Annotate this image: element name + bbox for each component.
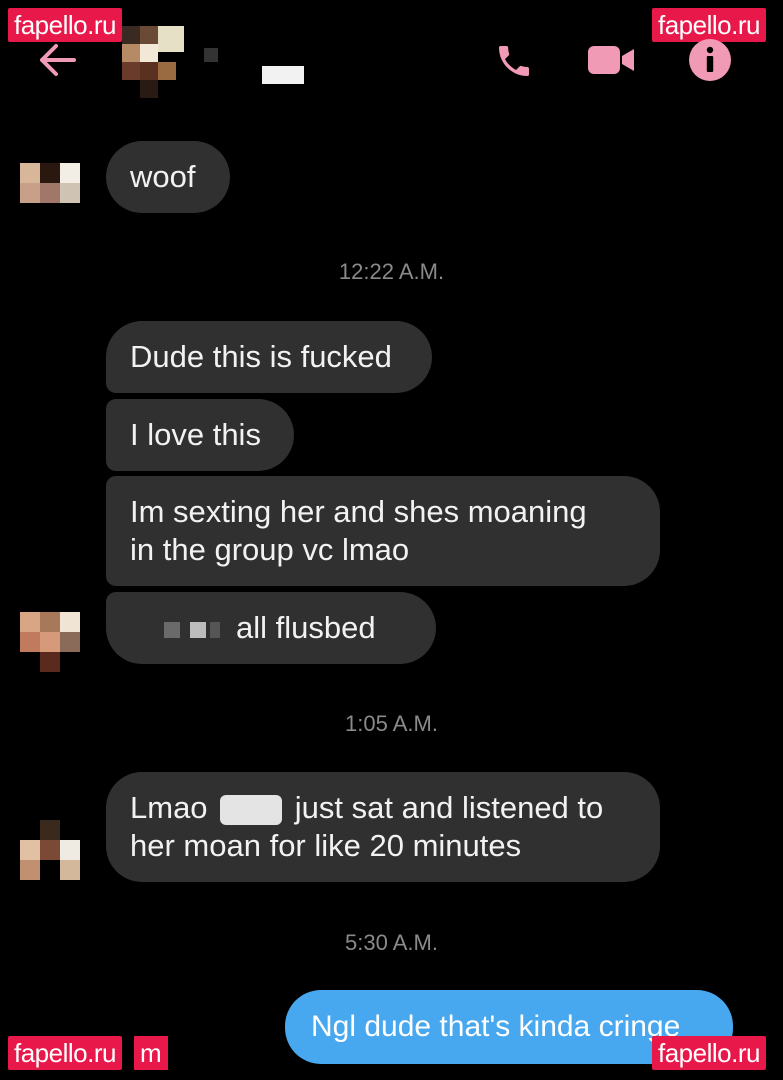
message-bubble[interactable]: all flusbed (106, 592, 436, 664)
contact-avatar[interactable] (122, 26, 192, 106)
watermark-bottom-left: fapello.ru (8, 1036, 122, 1070)
arrow-left-icon[interactable] (36, 42, 78, 78)
phone-icon[interactable] (494, 40, 534, 82)
message-text: Ngl dude that's kinda cringe (311, 1010, 681, 1043)
contact-status-censored (262, 66, 304, 84)
censored-emoji (190, 621, 206, 638)
censored-name (220, 794, 283, 825)
message-text: woof (130, 159, 196, 194)
timestamp: 5:30 A.M. (345, 930, 438, 955)
timestamp: 1:05 A.M. (345, 711, 438, 736)
message-text: in the group vc lmao (130, 532, 410, 567)
watermark-top-right: fapello.ru (652, 8, 766, 42)
censored-emoji (164, 621, 180, 638)
message-bubble[interactable]: Dude this is fucked (106, 321, 432, 393)
info-icon[interactable] (688, 38, 732, 82)
message-bubble[interactable]: woof (106, 141, 230, 213)
message-text: all flusbed (236, 610, 376, 645)
message-text: I love this (130, 417, 261, 452)
timestamp: 12:22 A.M. (338, 259, 445, 284)
censored-emoji (210, 621, 220, 638)
message-bubble[interactable]: Lmao just sat and listened to her moan f… (106, 772, 660, 882)
message-text: just sat and listened to (294, 790, 604, 825)
watermark-top-left: fapello.ru (8, 8, 122, 42)
watermark-bottom-right: fapello.ru (652, 1036, 766, 1070)
message-text: Im sexting her and shes moaning (130, 494, 587, 529)
message-bubble[interactable]: Im sexting her and shes moaning in the g… (106, 476, 660, 586)
message-bubble[interactable]: I love this (106, 399, 294, 471)
contact-name-censored[interactable] (204, 48, 218, 62)
watermark-bottom-left-partial: m (134, 1036, 168, 1070)
message-text: her moan for like 20 minutes (130, 828, 522, 863)
contact-avatar-small[interactable] (20, 612, 80, 672)
contact-avatar-small[interactable] (20, 820, 80, 880)
message-text: Lmao (130, 790, 208, 825)
video-camera-icon[interactable] (588, 44, 636, 76)
message-text: Dude this is fucked (130, 339, 392, 374)
contact-avatar-small[interactable] (20, 163, 80, 223)
